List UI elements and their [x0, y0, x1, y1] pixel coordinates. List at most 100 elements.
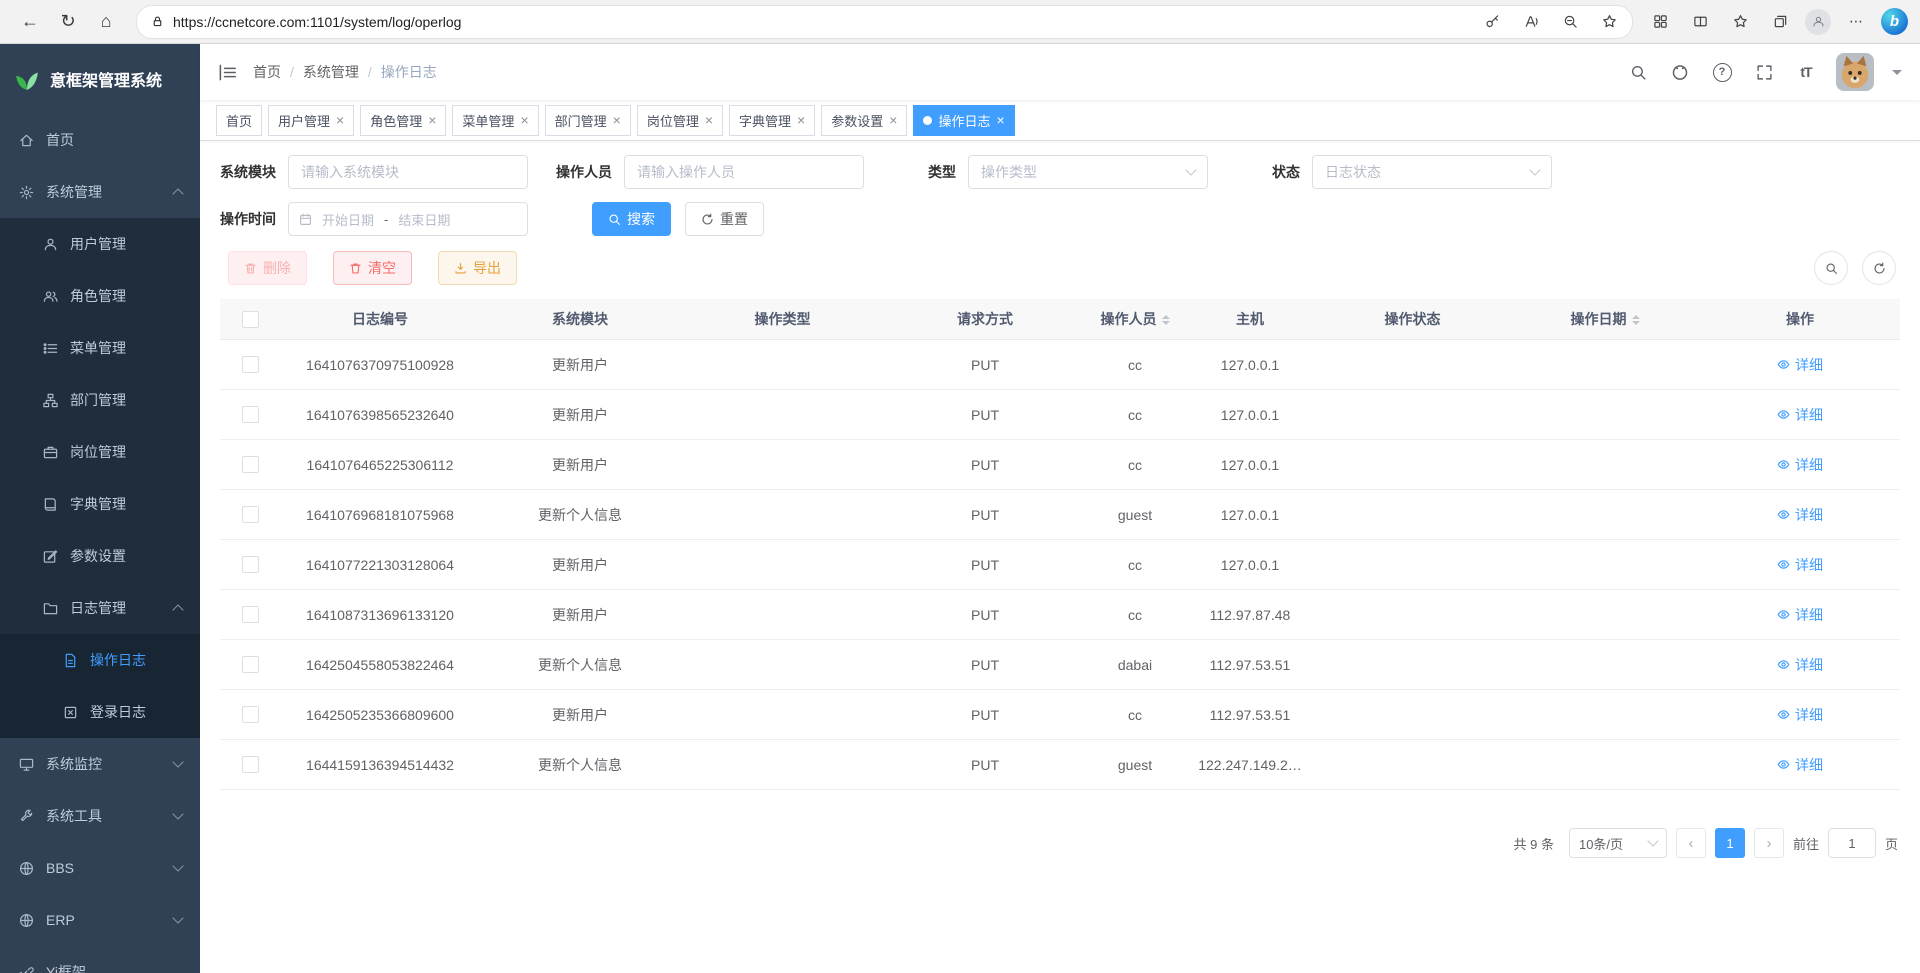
- tab-posts[interactable]: 岗位管理×: [637, 105, 723, 136]
- module-input[interactable]: [288, 155, 528, 189]
- favorite-add-icon[interactable]: [1594, 9, 1624, 35]
- sidebar-item-home[interactable]: 首页: [0, 114, 200, 166]
- fullscreen-icon[interactable]: [1752, 60, 1776, 84]
- tab-home[interactable]: 首页: [216, 105, 262, 136]
- table-row[interactable]: 1641076465225306112更新用户PUTcc127.0.0.1详细: [220, 440, 1900, 490]
- refresh-icon[interactable]: ↻: [50, 6, 86, 38]
- table-row[interactable]: 1641076398565232640更新用户PUTcc127.0.0.1详细: [220, 390, 1900, 440]
- address-bar[interactable]: https://ccnetcore.com:1101/system/log/op…: [136, 5, 1633, 39]
- collections-icon[interactable]: [1765, 9, 1795, 35]
- table-row[interactable]: 1641076370975100928更新用户PUTcc127.0.0.1详细: [220, 340, 1900, 390]
- table-row[interactable]: 1642505235366809600更新用户PUTcc112.97.53.51…: [220, 690, 1900, 740]
- more-icon[interactable]: ⋯: [1841, 9, 1871, 35]
- detail-link[interactable]: 详细: [1777, 605, 1823, 625]
- sort-icon[interactable]: [1632, 311, 1640, 329]
- col-operator[interactable]: 操作人员: [1085, 299, 1185, 340]
- detail-link[interactable]: 详细: [1777, 405, 1823, 425]
- prev-page-button[interactable]: ‹: [1676, 828, 1706, 858]
- table-search-button[interactable]: [1814, 251, 1848, 285]
- close-icon[interactable]: ×: [520, 113, 528, 127]
- status-select[interactable]: 日志状态: [1312, 155, 1552, 189]
- detail-link[interactable]: 详细: [1777, 705, 1823, 725]
- sidebar-item-posts[interactable]: 岗位管理: [0, 426, 200, 478]
- delete-button[interactable]: 删除: [228, 251, 307, 285]
- split-screen-icon[interactable]: [1685, 9, 1715, 35]
- sidebar-item-users[interactable]: 用户管理: [0, 218, 200, 270]
- sidebar-item-menus[interactable]: 菜单管理: [0, 322, 200, 374]
- reset-button[interactable]: 重置: [685, 202, 764, 236]
- breadcrumb-home[interactable]: 首页: [253, 62, 281, 82]
- browser-home-icon[interactable]: ⌂: [88, 6, 124, 38]
- detail-link[interactable]: 详细: [1777, 555, 1823, 575]
- detail-link[interactable]: 详细: [1777, 655, 1823, 675]
- tab-roles[interactable]: 角色管理×: [360, 105, 446, 136]
- sidebar-item-log-management[interactable]: 日志管理: [0, 582, 200, 634]
- sidebar-item-parameters[interactable]: 参数设置: [0, 530, 200, 582]
- row-checkbox[interactable]: [242, 456, 259, 473]
- sidebar-item-roles[interactable]: 角色管理: [0, 270, 200, 322]
- page-size-select[interactable]: 10条/页: [1569, 828, 1667, 858]
- close-icon[interactable]: ×: [797, 113, 805, 127]
- search-button[interactable]: 搜索: [592, 202, 671, 236]
- close-icon[interactable]: ×: [613, 113, 621, 127]
- user-avatar[interactable]: [1836, 53, 1874, 91]
- table-row[interactable]: 1641087313696133120更新用户PUTcc112.97.87.48…: [220, 590, 1900, 640]
- github-icon[interactable]: [1668, 60, 1692, 84]
- sidebar-item-operation-log[interactable]: 操作日志: [0, 634, 200, 686]
- table-row[interactable]: 1641077221303128064更新用户PUTcc127.0.0.1详细: [220, 540, 1900, 590]
- table-refresh-button[interactable]: [1862, 251, 1896, 285]
- sidebar-item-bbs[interactable]: BBS: [0, 842, 200, 894]
- row-checkbox[interactable]: [242, 356, 259, 373]
- caret-down-icon[interactable]: [1892, 70, 1902, 80]
- goto-page-input[interactable]: [1828, 828, 1876, 858]
- detail-link[interactable]: 详细: [1777, 505, 1823, 525]
- tab-departments[interactable]: 部门管理×: [545, 105, 631, 136]
- browser-profile-icon[interactable]: [1805, 9, 1831, 35]
- detail-link[interactable]: 详细: [1777, 755, 1823, 775]
- close-icon[interactable]: ×: [428, 113, 436, 127]
- tab-operation-log[interactable]: 操作日志×: [913, 105, 1014, 136]
- detail-link[interactable]: 详细: [1777, 455, 1823, 475]
- font-size-icon[interactable]: tT: [1794, 60, 1818, 84]
- table-row[interactable]: 1644159136394514432更新个人信息PUTguest122.247…: [220, 740, 1900, 790]
- fold-sidebar-icon[interactable]: [218, 63, 237, 82]
- sidebar-item-system[interactable]: 系统管理: [0, 166, 200, 218]
- export-button[interactable]: 导出: [438, 251, 517, 285]
- sidebar-item-monitor[interactable]: 系统监控: [0, 738, 200, 790]
- col-date[interactable]: 操作日期: [1510, 299, 1700, 340]
- row-checkbox[interactable]: [242, 706, 259, 723]
- close-icon[interactable]: ×: [996, 113, 1004, 127]
- date-range-picker[interactable]: 开始日期 - 结束日期: [288, 202, 528, 236]
- row-checkbox[interactable]: [242, 406, 259, 423]
- sidebar-item-departments[interactable]: 部门管理: [0, 374, 200, 426]
- sidebar-item-yi-framework[interactable]: Yi框架: [0, 946, 200, 973]
- operator-input[interactable]: [624, 155, 864, 189]
- table-row[interactable]: 1642504558053822464更新个人信息PUTdabai112.97.…: [220, 640, 1900, 690]
- next-page-button[interactable]: ›: [1754, 828, 1784, 858]
- type-select[interactable]: 操作类型: [968, 155, 1208, 189]
- read-aloud-icon[interactable]: [1516, 9, 1546, 35]
- row-checkbox[interactable]: [242, 606, 259, 623]
- tab-users[interactable]: 用户管理×: [268, 105, 354, 136]
- clear-button[interactable]: 清空: [333, 251, 412, 285]
- breadcrumb-system[interactable]: 系统管理: [303, 62, 359, 82]
- row-checkbox[interactable]: [242, 756, 259, 773]
- back-icon[interactable]: ←: [12, 6, 48, 38]
- detail-link[interactable]: 详细: [1777, 355, 1823, 375]
- tab-parameters[interactable]: 参数设置×: [821, 105, 907, 136]
- close-icon[interactable]: ×: [889, 113, 897, 127]
- zoom-out-icon[interactable]: [1555, 9, 1585, 35]
- row-checkbox[interactable]: [242, 556, 259, 573]
- row-checkbox[interactable]: [242, 656, 259, 673]
- select-all-checkbox[interactable]: [242, 311, 259, 328]
- sort-icon[interactable]: [1162, 311, 1170, 329]
- sidebar-item-login-log[interactable]: 登录日志: [0, 686, 200, 738]
- page-number[interactable]: 1: [1715, 828, 1745, 858]
- help-icon[interactable]: ?: [1710, 60, 1734, 84]
- tab-menus[interactable]: 菜单管理×: [452, 105, 538, 136]
- close-icon[interactable]: ×: [336, 113, 344, 127]
- sidebar-item-erp[interactable]: ERP: [0, 894, 200, 946]
- extensions-icon[interactable]: [1645, 9, 1675, 35]
- search-icon[interactable]: [1626, 60, 1650, 84]
- table-row[interactable]: 1641076968181075968更新个人信息PUTguest127.0.0…: [220, 490, 1900, 540]
